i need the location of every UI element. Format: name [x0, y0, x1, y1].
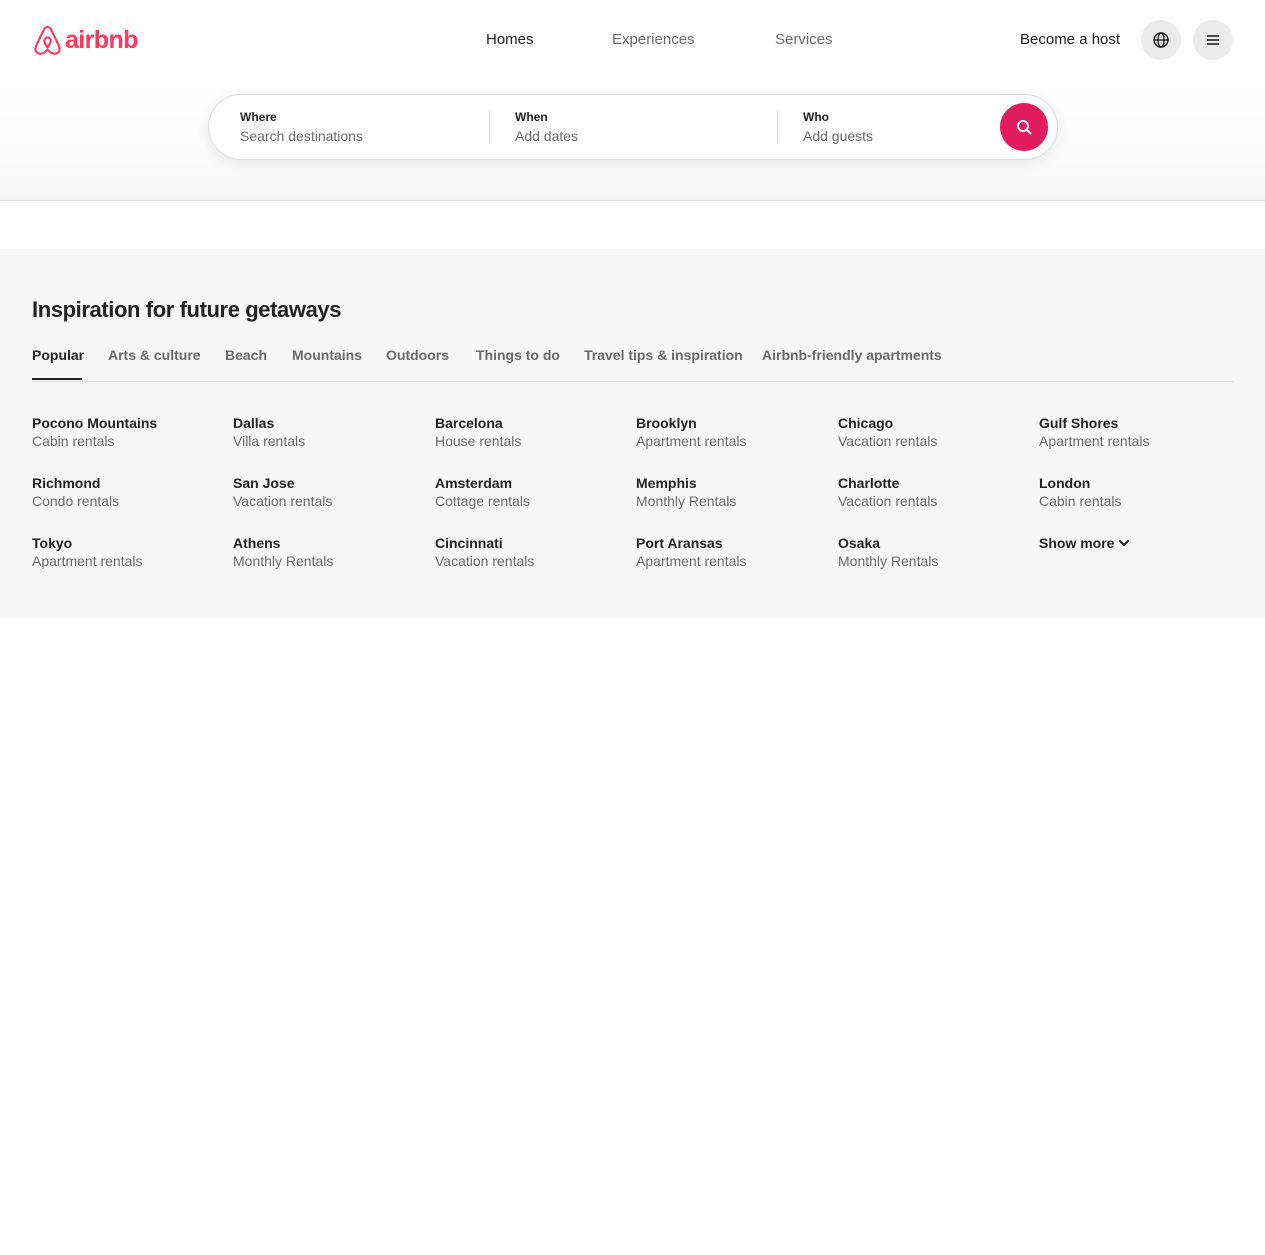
section-title: Inspiration for future getaways [32, 297, 342, 322]
destination-name: Cincinnati [435, 535, 503, 551]
hamburger-menu-icon [1207, 35, 1219, 45]
when-input[interactable]: Add dates [515, 127, 578, 145]
destination-type: Vacation rentals [435, 553, 535, 569]
destination-name: Barcelona [435, 415, 503, 431]
tab-things-to-do[interactable]: Things to do [476, 346, 560, 364]
destination-name: Charlotte [838, 475, 900, 491]
destination-type: Apartment rentals [636, 553, 747, 569]
inspiration-tabs: Popular Arts & culture Beach Mountains O… [32, 346, 1233, 382]
nav-experiences[interactable]: Experiences [612, 31, 695, 49]
chevron-down-icon [1119, 540, 1130, 546]
tab-outdoors[interactable]: Outdoors [386, 346, 449, 364]
globe-icon [1153, 32, 1169, 48]
destination-link[interactable]: Athens Monthly Rentals [233, 534, 423, 570]
destination-type: Vacation rentals [838, 493, 938, 509]
where-input[interactable]: Search destinations [240, 127, 363, 145]
who-input[interactable]: Add guests [803, 127, 873, 145]
destination-type: Monthly Rentals [838, 553, 939, 569]
destination-link[interactable]: Memphis Monthly Rentals [636, 474, 826, 510]
become-a-host-link[interactable]: Become a host [1020, 31, 1120, 49]
destination-type: Vacation rentals [233, 493, 333, 509]
tab-popular[interactable]: Popular [32, 346, 84, 364]
main-menu-button[interactable] [1193, 20, 1233, 60]
destination-name: Chicago [838, 415, 894, 431]
destination-type: Apartment rentals [1039, 433, 1150, 449]
destination-name: Amsterdam [435, 475, 513, 491]
destination-type: Cabin rentals [32, 433, 115, 449]
destination-type: House rentals [435, 433, 522, 449]
destination-type: Vacation rentals [838, 433, 938, 449]
destination-type: Monthly Rentals [233, 553, 334, 569]
nav-services[interactable]: Services [775, 31, 833, 49]
destination-name: Port Aransas [636, 535, 723, 551]
tab-beach[interactable]: Beach [225, 346, 267, 364]
destination-link[interactable]: Tokyo Apartment rentals [32, 534, 222, 570]
destination-name: Athens [233, 535, 281, 551]
destination-name: Richmond [32, 475, 101, 491]
destination-name: Brooklyn [636, 415, 697, 431]
search-where-field[interactable]: Where Search destinations [209, 95, 489, 159]
site-header: airbnb Homes Experiences Services Become… [0, 0, 1265, 201]
search-when-field[interactable]: When Add dates [490, 95, 777, 159]
destination-link[interactable]: Port Aransas Apartment rentals [636, 534, 826, 570]
where-label: Where [240, 110, 277, 124]
who-label: Who [803, 110, 829, 124]
destination-link[interactable]: Pocono Mountains Cabin rentals [32, 414, 222, 450]
destination-type: Villa rentals [233, 433, 306, 449]
destination-link[interactable]: Charlotte Vacation rentals [838, 474, 1028, 510]
destination-link[interactable]: Amsterdam Cottage rentals [435, 474, 625, 510]
inspiration-section: Inspiration for future getaways Popular … [0, 249, 1265, 618]
tab-airbnb-friendly-apartments[interactable]: Airbnb-friendly apartments [762, 346, 942, 364]
destination-type: Cabin rentals [1039, 493, 1122, 509]
tab-arts-culture[interactable]: Arts & culture [108, 346, 201, 364]
destination-link[interactable]: Gulf Shores Apartment rentals [1039, 414, 1229, 450]
destination-type: Monthly Rentals [636, 493, 737, 509]
destination-name: Tokyo [32, 535, 73, 551]
destination-link[interactable]: London Cabin rentals [1039, 474, 1229, 510]
active-tab-indicator [32, 378, 82, 380]
destination-type: Apartment rentals [32, 553, 143, 569]
destination-type: Cottage rentals [435, 493, 530, 509]
destination-link[interactable]: Richmond Condo rentals [32, 474, 222, 510]
destination-type: Apartment rentals [636, 433, 747, 449]
destination-link[interactable]: Barcelona House rentals [435, 414, 625, 450]
destination-name: Pocono Mountains [32, 415, 158, 431]
destination-link[interactable]: San Jose Vacation rentals [233, 474, 423, 510]
tab-travel-tips[interactable]: Travel tips & inspiration [584, 346, 743, 364]
search-bar: Where Search destinations When Add dates… [208, 94, 1058, 160]
search-button[interactable] [1000, 103, 1048, 151]
destination-link[interactable]: Osaka Monthly Rentals [838, 534, 1028, 570]
tab-mountains[interactable]: Mountains [292, 346, 362, 364]
destination-link[interactable]: Cincinnati Vacation rentals [435, 534, 625, 570]
when-label: When [515, 110, 548, 124]
nav-homes[interactable]: Homes [486, 31, 534, 49]
destination-type: Condo rentals [32, 493, 120, 509]
show-more-button[interactable]: Show more [1039, 534, 1130, 552]
search-who-field[interactable]: Who Add guests [778, 95, 998, 159]
destination-name: Memphis [636, 475, 697, 491]
show-more-label: Show more [1039, 535, 1115, 551]
destination-link[interactable]: Chicago Vacation rentals [838, 414, 1028, 450]
destination-name: Dallas [233, 415, 275, 431]
destination-name: London [1039, 475, 1091, 491]
search-icon [1017, 120, 1032, 135]
destination-link[interactable]: Brooklyn Apartment rentals [636, 414, 826, 450]
language-button[interactable] [1141, 20, 1181, 60]
destination-link[interactable]: Dallas Villa rentals [233, 414, 423, 450]
destination-name: San Jose [233, 475, 295, 491]
destination-name: Gulf Shores [1039, 415, 1119, 431]
destination-name: Osaka [838, 535, 881, 551]
